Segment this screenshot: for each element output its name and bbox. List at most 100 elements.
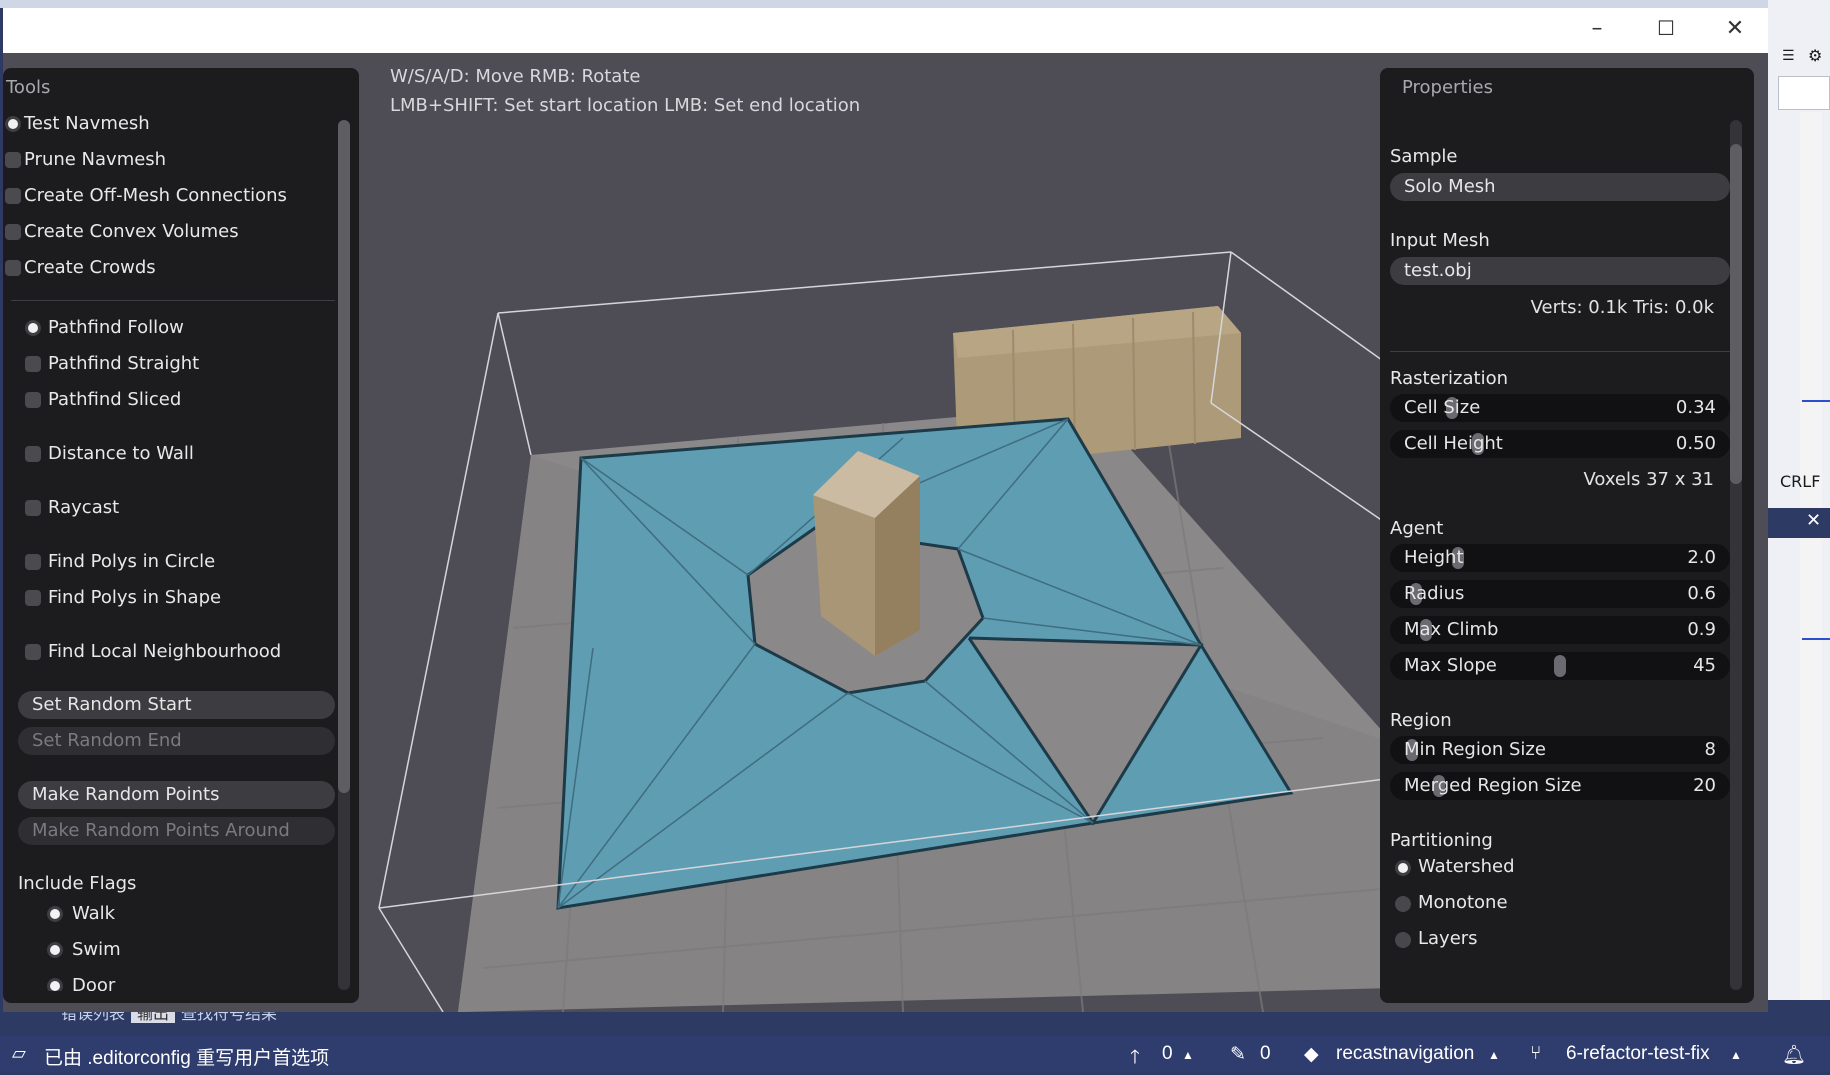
mode-checkbox[interactable] xyxy=(25,500,41,516)
maximize-icon[interactable]: ☐ xyxy=(1646,16,1686,46)
properties-scroll-thumb[interactable] xyxy=(1730,144,1742,484)
mode-checkbox[interactable] xyxy=(25,590,41,606)
agent-radius-slider[interactable]: Radius 0.6 xyxy=(1390,580,1730,608)
mode-pathfind-straight[interactable]: Pathfind Straight xyxy=(48,353,199,374)
app-window: – ☐ ✕ W/S/A/D: Move RMB: Rotate LMB+SHIF… xyxy=(3,8,1768,1012)
partition-layers-label[interactable]: Layers xyxy=(1418,928,1478,949)
mode-checkbox[interactable] xyxy=(25,554,41,570)
flag-door-checkbox[interactable] xyxy=(47,978,63,991)
tools-divider xyxy=(11,300,335,301)
cell-height-slider[interactable]: Cell Height 0.50 xyxy=(1390,430,1730,458)
sample-label: Sample xyxy=(1390,146,1458,167)
flag-swim-label[interactable]: Swim xyxy=(72,939,121,960)
push-count[interactable]: 0 xyxy=(1162,1043,1173,1065)
agent-height-slider[interactable]: Height 2.0 xyxy=(1390,544,1730,572)
chevron-up-icon: ▲ xyxy=(1182,1048,1194,1062)
tool-test-navmesh[interactable]: Test Navmesh xyxy=(24,113,150,134)
ide-right-pane: ☰ ⚙ CRLF ✕ xyxy=(1768,0,1830,1012)
edit-count[interactable]: 0 xyxy=(1260,1043,1271,1065)
cell-size-label: Cell Size xyxy=(1404,397,1481,418)
agent-label: Agent xyxy=(1390,518,1444,539)
close-icon[interactable]: ✕ xyxy=(1806,510,1821,531)
minimize-icon[interactable]: – xyxy=(1577,16,1617,46)
flag-walk-label[interactable]: Walk xyxy=(72,903,115,924)
max-slope-slider[interactable]: Max Slope 45 xyxy=(1390,652,1730,680)
input-mesh-label: Input Mesh xyxy=(1390,230,1490,251)
make-random-points-button[interactable]: Make Random Points xyxy=(18,781,335,809)
min-region-size-label: Min Region Size xyxy=(1404,739,1546,760)
flag-swim-checkbox[interactable] xyxy=(47,942,63,958)
branch-name[interactable]: 6-refactor-test-fix xyxy=(1566,1043,1710,1065)
controls-hint-line2: LMB+SHIFT: Set start location LMB: Set e… xyxy=(390,95,861,116)
mode-checkbox[interactable] xyxy=(25,644,41,660)
tool-prune-navmesh[interactable]: Prune Navmesh xyxy=(24,149,166,170)
controls-hint-line1: W/S/A/D: Move RMB: Rotate xyxy=(390,66,641,87)
tool-checkbox[interactable] xyxy=(5,260,21,276)
tools-title: Tools xyxy=(6,77,51,98)
partition-watershed-radio[interactable] xyxy=(1395,860,1411,876)
mode-radio[interactable] xyxy=(25,320,41,336)
max-climb-slider[interactable]: Max Climb 0.9 xyxy=(1390,616,1730,644)
tool-create-crowds[interactable]: Create Crowds xyxy=(24,257,156,278)
push-icon[interactable]: 🡑 xyxy=(1130,1043,1140,1075)
tools-scroll-thumb[interactable] xyxy=(338,120,350,793)
flag-door-label[interactable]: Door xyxy=(72,975,115,991)
chevron-up-icon: ▲ xyxy=(1488,1048,1500,1062)
repo-name[interactable]: recastnavigation xyxy=(1336,1043,1474,1065)
mode-pathfind-sliced[interactable]: Pathfind Sliced xyxy=(48,389,181,410)
input-mesh-select[interactable]: test.obj xyxy=(1390,257,1730,285)
mode-distance-to-wall[interactable]: Distance to Wall xyxy=(48,443,194,464)
mode-find-local-neighbourhood[interactable]: Find Local Neighbourhood xyxy=(48,641,281,662)
set-random-end-button[interactable]: Set Random End xyxy=(18,727,335,755)
mode-find-polys-shape[interactable]: Find Polys in Shape xyxy=(48,587,221,608)
tools-panel: Tools Test Navmesh Prune Navmesh Create … xyxy=(3,68,359,1003)
mode-checkbox[interactable] xyxy=(25,356,41,372)
pencil-icon[interactable]: ✎ xyxy=(1230,1043,1246,1066)
cell-size-slider[interactable]: Cell Size 0.34 xyxy=(1390,394,1730,422)
agent-height-value: 2.0 xyxy=(1687,547,1716,568)
line-ending-label[interactable]: CRLF xyxy=(1780,472,1820,491)
status-icon: ▱ xyxy=(12,1043,26,1063)
set-random-start-button[interactable]: Set Random Start xyxy=(18,691,335,719)
partition-monotone-label[interactable]: Monotone xyxy=(1418,892,1508,913)
properties-scrollbar[interactable] xyxy=(1730,120,1742,990)
tool-checkbox[interactable] xyxy=(5,224,21,240)
merged-region-size-label: Merged Region Size xyxy=(1404,775,1582,796)
tool-checkbox[interactable] xyxy=(5,152,21,168)
mode-raycast[interactable]: Raycast xyxy=(48,497,119,518)
properties-divider xyxy=(1390,351,1730,352)
tool-radio[interactable] xyxy=(5,116,21,132)
mode-checkbox[interactable] xyxy=(25,446,41,462)
tools-scrollbar[interactable] xyxy=(338,120,350,990)
merged-region-size-slider[interactable]: Merged Region Size 20 xyxy=(1390,772,1730,800)
cell-size-value: 0.34 xyxy=(1675,397,1716,418)
close-icon[interactable]: ✕ xyxy=(1715,16,1755,46)
mode-pathfind-follow[interactable]: Pathfind Follow xyxy=(48,317,184,338)
gear-icon[interactable]: ⚙ xyxy=(1808,46,1822,65)
bell-icon[interactable]: 🔔︎ xyxy=(1782,1043,1806,1067)
tool-create-convex[interactable]: Create Convex Volumes xyxy=(24,221,239,242)
git-icon[interactable]: ◆ xyxy=(1304,1043,1319,1066)
flag-walk-checkbox[interactable] xyxy=(47,906,63,922)
mode-checkbox[interactable] xyxy=(25,392,41,408)
slider-knob[interactable] xyxy=(1554,655,1566,677)
flag-door-clip: Door xyxy=(33,973,333,991)
partition-watershed-label[interactable]: Watershed xyxy=(1418,856,1515,877)
mode-find-polys-circle[interactable]: Find Polys in Circle xyxy=(48,551,215,572)
properties-panel: Properties Sample Solo Mesh Input Mesh t… xyxy=(1380,68,1754,1003)
sample-select[interactable]: Solo Mesh xyxy=(1390,173,1730,201)
ide-scrollbar[interactable] xyxy=(1800,112,1822,1012)
partition-layers-radio[interactable] xyxy=(1395,932,1411,948)
min-region-size-slider[interactable]: Min Region Size 8 xyxy=(1390,736,1730,764)
tool-checkbox[interactable] xyxy=(5,188,21,204)
branch-icon[interactable]: ⑂ xyxy=(1530,1043,1541,1065)
partition-monotone-radio[interactable] xyxy=(1395,896,1411,912)
scroll-marker xyxy=(1802,400,1830,402)
filter-icon[interactable]: ☰ xyxy=(1782,48,1795,64)
scroll-marker xyxy=(1802,638,1830,640)
tool-create-offmesh[interactable]: Create Off-Mesh Connections xyxy=(24,185,287,206)
agent-radius-value: 0.6 xyxy=(1687,583,1716,604)
ide-dropdown[interactable] xyxy=(1778,76,1830,110)
cell-height-value: 0.50 xyxy=(1675,433,1716,454)
make-random-points-around-button[interactable]: Make Random Points Around xyxy=(18,817,335,845)
